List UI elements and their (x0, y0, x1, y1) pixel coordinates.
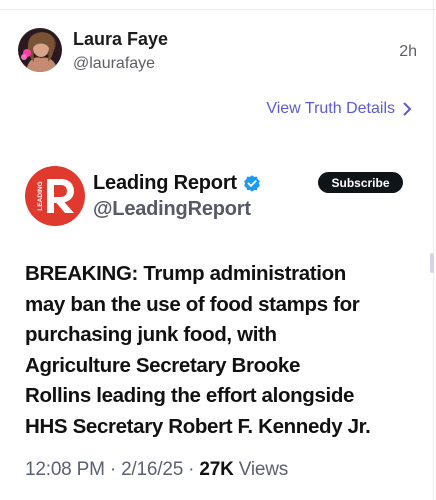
embed-views-label: Views (238, 459, 289, 480)
post-body-line: Agriculture Secretary Brooke (25, 353, 301, 377)
post-body-line: purchasing junk food, with (25, 323, 277, 346)
post-body-line: Rollins leading the effort alongside (25, 384, 355, 407)
meta-separator: · (188, 459, 195, 480)
top-divider (0, 9, 436, 10)
embed-views-count: 27K (199, 459, 234, 480)
view-truth-details-label: View Truth Details (266, 100, 395, 117)
embed-post-time: 12:08 PM (25, 459, 105, 480)
embed-author-name[interactable]: Leading Report (93, 172, 237, 195)
avatar[interactable] (18, 28, 62, 72)
view-truth-details-link[interactable]: View Truth Details (266, 100, 412, 118)
leading-report-logo[interactable]: LEADING (25, 166, 85, 226)
verified-badge-icon (244, 174, 260, 192)
logo-text: LEADING (37, 181, 44, 210)
truth-post-view: Laura Faye @laurafaye 2h View Truth Deta… (0, 0, 436, 500)
right-divider (433, 0, 434, 500)
chevron-right-icon (403, 102, 411, 116)
post-timestamp: 2h (399, 43, 417, 60)
embed-post-meta: 12:08 PM · 2/16/25 · 27K Views (25, 459, 288, 481)
author-name[interactable]: Laura Faye (73, 29, 168, 50)
meta-separator: · (109, 459, 116, 480)
scroll-indicator[interactable] (430, 253, 434, 273)
embed-author-handle[interactable]: @LeadingReport (93, 198, 251, 221)
post-body-line: may ban the use of food stamps for (25, 292, 360, 316)
embed-name-row: Leading Report (93, 172, 262, 195)
embed-post-body: BREAKING: Trump administration may ban t… (25, 259, 420, 442)
subscribe-button[interactable]: Subscribe (318, 172, 403, 193)
embed-post-date: 2/16/25 (121, 459, 184, 480)
post-body-line: BREAKING: Trump administration (25, 262, 346, 285)
author-handle[interactable]: @laurafaye (73, 55, 155, 73)
post-body-line: HHS Secretary Robert F. Kennedy Jr. (25, 414, 371, 438)
